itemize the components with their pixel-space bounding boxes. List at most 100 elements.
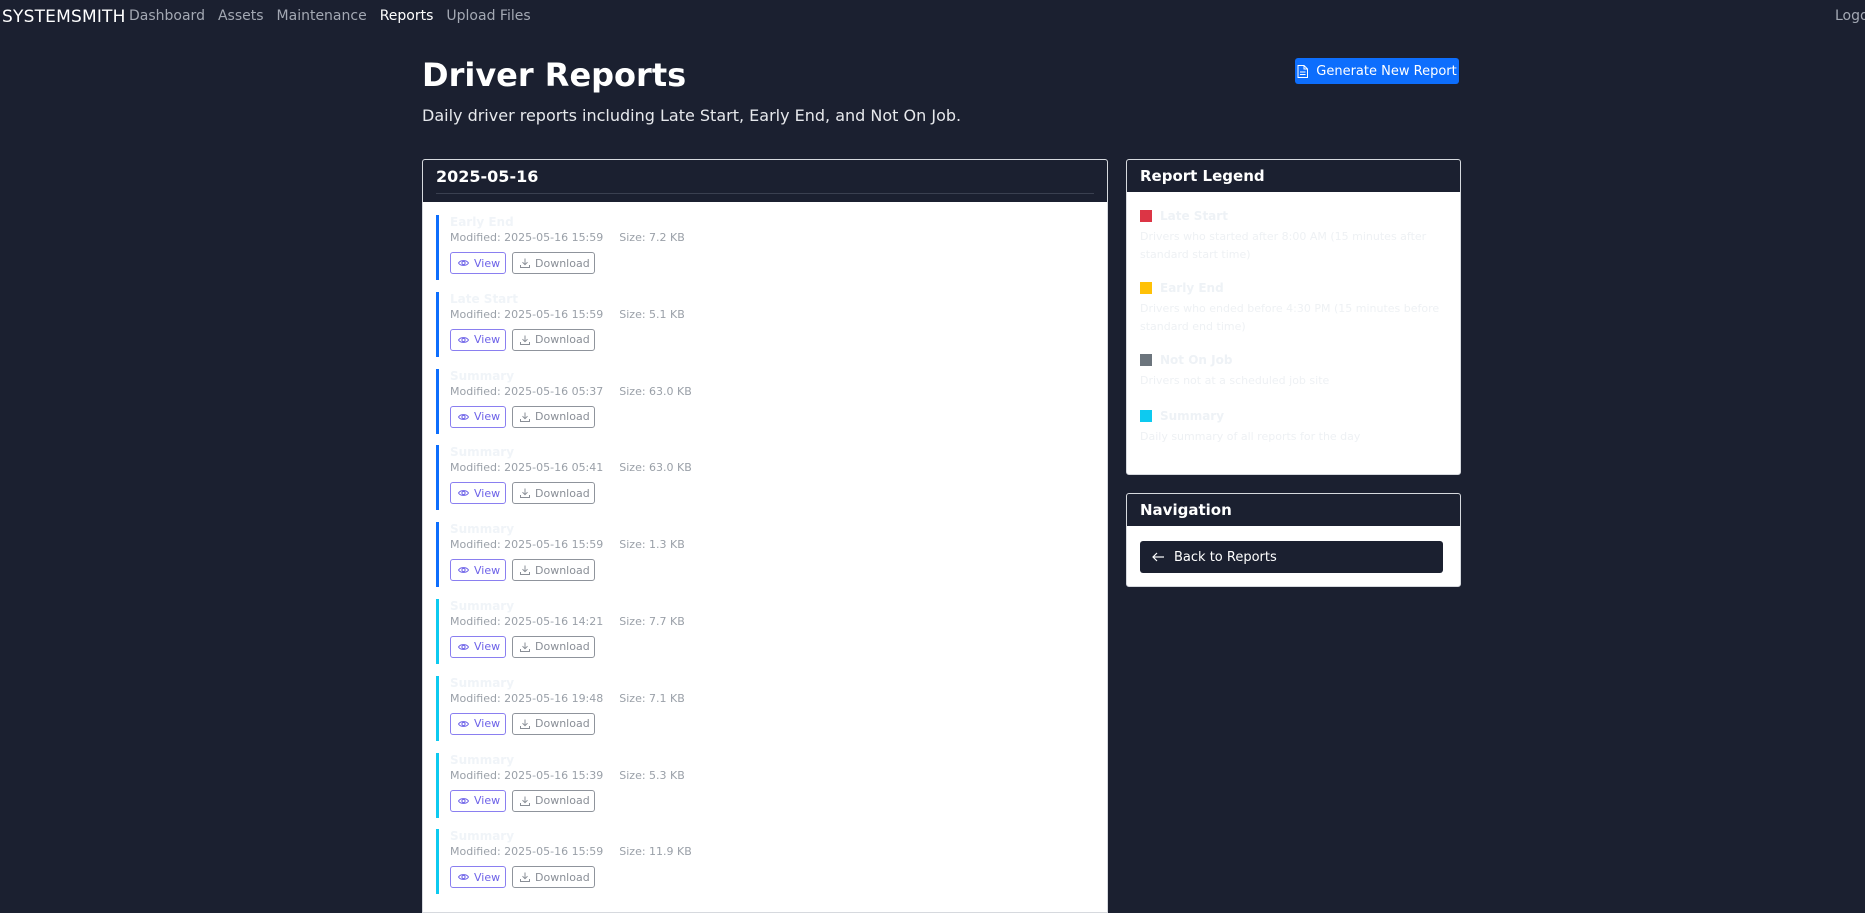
legend-item-summary: Summary Daily summary of all reports for…	[1140, 408, 1450, 448]
report-title: Summary	[450, 752, 515, 767]
report-actions: View Download	[450, 252, 1096, 274]
download-icon	[520, 719, 530, 729]
report-title: Summary	[450, 445, 515, 460]
report-title: Summary	[450, 829, 515, 844]
view-button[interactable]: View	[450, 252, 506, 274]
navigation-card: Navigation Back to Reports	[1126, 493, 1461, 587]
download-button[interactable]: Download	[512, 789, 595, 812]
eye-icon	[458, 336, 469, 344]
report-date-title: 2025-05-16	[436, 167, 539, 186]
reports-card: 2025-05-16 Early End Modified: 2025-05-16…	[422, 159, 1108, 913]
report-actions: View Download	[450, 635, 1096, 658]
navigation-card-header: Navigation	[1127, 494, 1460, 526]
report-actions: View Download	[450, 482, 1096, 505]
view-label: View	[474, 486, 501, 500]
view-button[interactable]: View	[450, 405, 506, 428]
report-item: Summary Modified: 2025-05-16 19:48 Size: 7…	[436, 675, 1096, 741]
eye-icon	[458, 873, 469, 881]
download-button[interactable]: Download	[512, 866, 595, 889]
legend-label: Summary	[1160, 409, 1225, 423]
report-item: Summary Modified: 2025-05-16 15:39 Size: 5…	[436, 752, 1096, 818]
brand-logo[interactable]: SYSTEMSMITH	[2, 7, 126, 27]
report-meta: Modified: 2025-05-16 05:41 Size: 63.0 KB	[450, 460, 1096, 476]
download-button[interactable]: Download	[512, 252, 595, 274]
report-actions: View Download	[450, 866, 1096, 889]
report-actions: View Download	[450, 712, 1096, 735]
download-icon	[520, 412, 530, 422]
view-button[interactable]: View	[450, 559, 506, 582]
download-label: Download	[535, 333, 590, 347]
report-meta: Modified: 2025-05-16 05:37 Size: 63.0 KB	[450, 384, 1096, 400]
view-label: View	[474, 794, 501, 808]
report-actions: View Download	[450, 789, 1096, 812]
view-button[interactable]: View	[450, 712, 506, 735]
nav-link-maintenance[interactable]: Maintenance	[277, 8, 367, 24]
download-label: Download	[535, 256, 590, 270]
download-icon	[520, 335, 530, 345]
download-label: Download	[535, 870, 590, 884]
legend-item-late-start: Late Start Drivers who started after 8:0…	[1140, 208, 1450, 280]
generate-new-report-button[interactable]: Generate New Report	[1295, 58, 1459, 84]
view-button[interactable]: View	[450, 789, 506, 812]
nav-link-dashboard[interactable]: Dashboard	[129, 8, 205, 24]
report-item: Late Start Modified: 2025-05-16 15:59 Size…	[436, 291, 1096, 357]
download-icon	[520, 872, 530, 883]
report-modified: Modified: 2025-05-16 15:59	[450, 845, 604, 859]
report-meta: Modified: 2025-05-16 15:59 Size: 1.3 KB	[450, 537, 1096, 553]
report-size: Size: 7.2 KB	[619, 231, 685, 244]
nav-link-upload-files[interactable]: Upload Files	[446, 8, 530, 24]
download-button[interactable]: Download	[512, 712, 595, 735]
report-title: Summary	[450, 675, 515, 690]
report-modified: Modified: 2025-05-16 15:39	[450, 768, 604, 782]
nav-link-assets[interactable]: Assets	[218, 8, 264, 24]
download-icon	[520, 796, 530, 806]
report-meta: Modified: 2025-05-16 15:59 Size: 11.9 KB	[450, 844, 1096, 860]
download-label: Download	[535, 717, 590, 731]
report-title: Early End	[450, 215, 514, 229]
late-start-swatch	[1140, 210, 1152, 222]
eye-icon	[458, 413, 469, 421]
report-modified: Modified: 2025-05-16 14:21	[450, 614, 604, 628]
download-button[interactable]: Download	[512, 405, 595, 428]
download-label: Download	[535, 410, 590, 424]
view-button[interactable]: View	[450, 482, 506, 505]
legend-item-early-end: Early End Drivers who ended before 4:30 …	[1140, 280, 1450, 352]
logout-link[interactable]: Logout	[1835, 8, 1865, 24]
eye-icon	[458, 566, 469, 574]
legend-description: Drivers not at a scheduled job site	[1140, 374, 1330, 387]
view-button[interactable]: View	[450, 328, 506, 351]
download-button[interactable]: Download	[512, 328, 595, 351]
generate-new-report-label: Generate New Report	[1316, 63, 1457, 79]
legend-description: Daily summary of all reports for the day	[1140, 430, 1361, 443]
view-button[interactable]: View	[450, 635, 506, 658]
report-title: Late Start	[450, 291, 518, 306]
download-icon	[520, 258, 530, 268]
download-button[interactable]: Download	[512, 635, 595, 658]
report-meta: Modified: 2025-05-16 14:21 Size: 7.7 KB	[450, 614, 1096, 630]
report-modified: Modified: 2025-05-16 15:59	[450, 307, 604, 321]
report-item: Early End Modified: 2025-05-16 15:59 Size:…	[436, 215, 1096, 280]
download-label: Download	[535, 794, 590, 808]
nav-link-reports[interactable]: Reports	[380, 8, 434, 24]
view-label: View	[474, 870, 501, 884]
top-navbar: SYSTEMSMITH Dashboard Assets Maintenance…	[0, 0, 1865, 34]
download-button[interactable]: Download	[512, 482, 595, 505]
report-actions: View Download	[450, 559, 1096, 582]
download-label: Download	[535, 486, 590, 500]
legend-label: Late Start	[1160, 209, 1228, 223]
legend-body: Late Start Drivers who started after 8:0…	[1140, 208, 1450, 448]
report-modified: Modified: 2025-05-16 05:37	[450, 384, 604, 398]
nav-links: Dashboard Assets Maintenance Reports Upl…	[129, 8, 531, 24]
report-modified: Modified: 2025-05-16 15:59	[450, 538, 604, 552]
legend-description: Drivers who started after 8:00 AM (15 mi…	[1140, 230, 1427, 261]
navigation-title: Navigation	[1140, 501, 1232, 519]
page-subtitle: Daily driver reports including Late Star…	[422, 106, 962, 125]
view-button[interactable]: View	[450, 866, 506, 889]
download-button[interactable]: Download	[512, 559, 595, 582]
download-icon	[520, 642, 530, 652]
back-to-reports-button[interactable]: Back to Reports	[1140, 541, 1443, 573]
report-size: Size: 1.3 KB	[619, 538, 685, 552]
report-title: Summary	[450, 368, 515, 383]
page-title: Driver Reports	[422, 56, 687, 94]
report-size: Size: 7.1 KB	[619, 691, 685, 705]
